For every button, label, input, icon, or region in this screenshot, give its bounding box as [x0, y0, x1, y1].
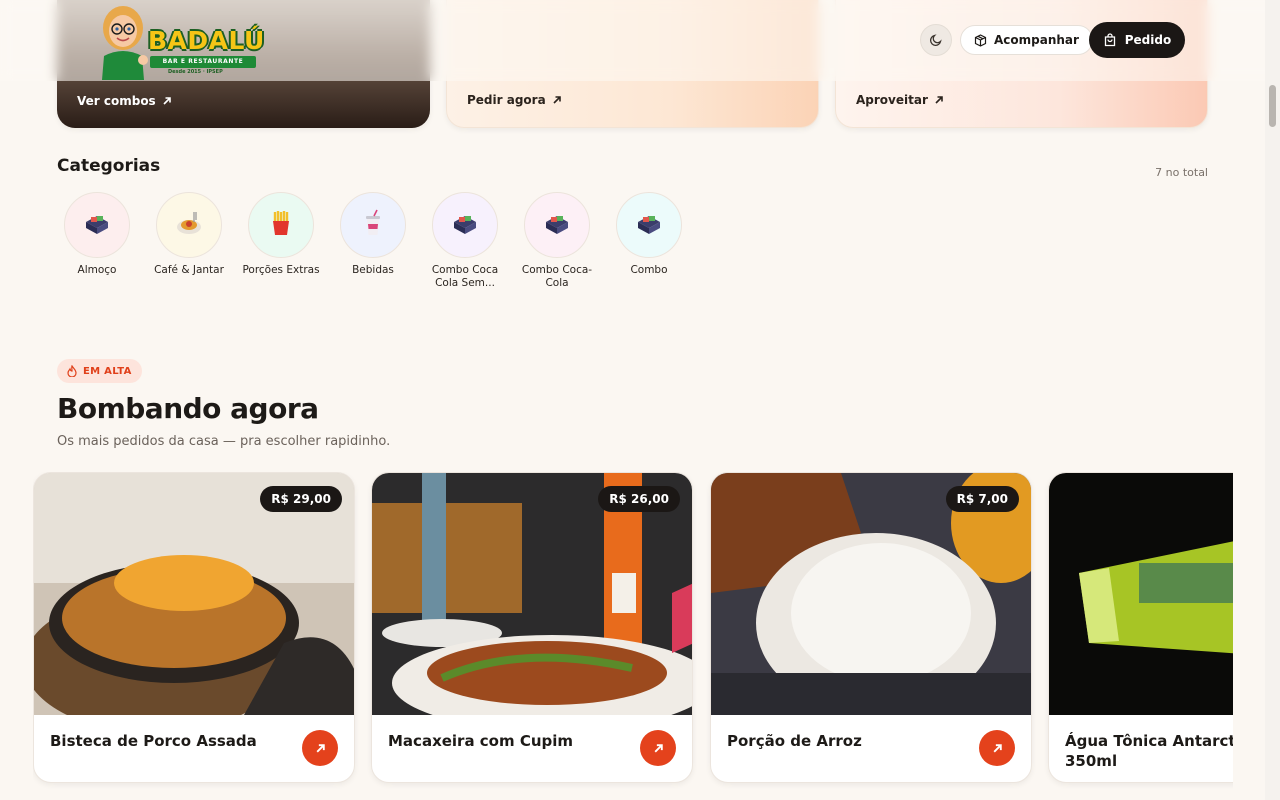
promo-cta[interactable]: Aproveitar — [856, 93, 944, 107]
open-product-button[interactable] — [640, 730, 676, 766]
brand-since: Desde 2015 · IPSEP — [168, 69, 223, 75]
mascot-illustration — [102, 6, 148, 80]
trending-badge-label: EM ALTA — [83, 365, 132, 377]
track-order-label: Acompanhar — [994, 33, 1079, 47]
brand-logo[interactable]: BADALÚ BAR E RESTAURANTE Desde 2015 · IP… — [90, 2, 264, 80]
lunchbox-icon — [82, 208, 112, 242]
brand-tagline: BAR E RESTAURANTE — [150, 56, 256, 68]
open-product-button[interactable] — [979, 730, 1015, 766]
product-photo: R$ 29,00 — [34, 473, 354, 715]
price-tag: R$ 29,00 — [260, 486, 342, 512]
spaghetti-icon — [174, 208, 204, 242]
package-icon — [974, 33, 987, 47]
category-label: Combo Coca Cola Sem... — [431, 264, 499, 289]
category-item[interactable]: Café & Jantar — [149, 192, 229, 290]
category-icon-bubble — [616, 192, 682, 258]
product-photo: R$ 7,00 — [711, 473, 1031, 715]
category-list: Almoço Café & Jantar Porções Extras Bebidas… — [57, 192, 689, 290]
category-label: Combo Coca-Cola — [521, 264, 593, 289]
trending-subtitle: Os mais pedidos da casa — pra escolher r… — [57, 434, 391, 449]
lunchbox-icon — [634, 208, 664, 242]
price-tag: R$ 26,00 — [598, 486, 680, 512]
theme-toggle-button[interactable] — [920, 24, 952, 56]
arrow-up-right-icon — [993, 743, 1002, 752]
category-label: Almoço — [77, 264, 117, 276]
category-icon-bubble — [248, 192, 314, 258]
product-name: Macaxeira com Cupim — [388, 732, 574, 750]
category-item[interactable]: Almoço — [57, 192, 137, 290]
promo-cta[interactable]: Pedir agora — [467, 93, 562, 107]
product-card[interactable]: Água Tônica Antarctica 350ml — [1048, 472, 1233, 783]
arrow-up-right-icon — [935, 96, 943, 104]
cart-label: Pedido — [1124, 33, 1172, 47]
category-label: Bebidas — [352, 264, 394, 276]
category-item[interactable]: Combo Coca-Cola — [517, 192, 597, 290]
category-label: Porções Extras — [242, 264, 320, 276]
lunchbox-icon — [542, 208, 572, 242]
product-name: Água Tônica Antarctica 350ml — [1065, 732, 1233, 770]
category-item[interactable]: Porções Extras — [241, 192, 321, 290]
promo-cta-label: Ver combos — [77, 94, 156, 108]
flame-icon — [67, 365, 77, 377]
trending-title: Bombando agora — [57, 392, 319, 425]
product-name: Bisteca de Porco Assada — [50, 732, 257, 750]
category-icon-bubble — [156, 192, 222, 258]
product-card[interactable]: R$ 26,00 Macaxeira com Cupim — [371, 472, 693, 783]
arrow-up-right-icon — [654, 743, 663, 752]
arrow-up-right-icon — [163, 97, 171, 105]
promo-cta-label: Aproveitar — [856, 93, 928, 107]
track-order-button[interactable]: Acompanhar — [960, 25, 1093, 55]
scrollbar-thumb[interactable] — [1269, 85, 1276, 127]
categories-title: Categorias — [57, 156, 161, 176]
trending-badge: EM ALTA — [57, 359, 142, 383]
trending-carousel[interactable]: R$ 29,00 Bisteca de Porco Assada R$ 26,0… — [33, 472, 1233, 800]
product-card[interactable]: R$ 7,00 Porção de Arroz — [710, 472, 1032, 783]
product-photo: R$ 26,00 — [372, 473, 692, 715]
shopping-bag-icon — [1104, 33, 1115, 47]
site-header: BADALÚ BAR E RESTAURANTE Desde 2015 · IP… — [0, 0, 1280, 81]
brand-name: BADALÚ — [148, 26, 265, 55]
arrow-up-right-icon — [316, 743, 325, 752]
category-icon-bubble — [340, 192, 406, 258]
moon-icon — [929, 34, 942, 47]
arrow-up-right-icon — [553, 96, 561, 104]
product-card[interactable]: R$ 29,00 Bisteca de Porco Assada — [33, 472, 355, 783]
categories-count: 7 no total — [1155, 166, 1208, 179]
category-item[interactable]: Combo — [609, 192, 689, 290]
cart-button[interactable]: Pedido — [1089, 22, 1185, 58]
category-label: Café & Jantar — [154, 264, 224, 276]
product-name: Porção de Arroz — [727, 732, 862, 750]
category-icon-bubble — [432, 192, 498, 258]
promo-cta-label: Pedir agora — [467, 93, 546, 107]
page-scrollbar[interactable] — [1265, 0, 1280, 800]
lunchbox-icon — [450, 208, 480, 242]
category-item[interactable]: Combo Coca Cola Sem... — [425, 192, 505, 290]
category-icon-bubble — [524, 192, 590, 258]
fries-icon — [266, 208, 296, 242]
category-label: Combo — [630, 264, 668, 276]
open-product-button[interactable] — [302, 730, 338, 766]
promo-cta[interactable]: Ver combos — [77, 94, 172, 108]
price-tag: R$ 7,00 — [945, 486, 1019, 512]
product-photo — [1049, 473, 1233, 715]
category-icon-bubble — [64, 192, 130, 258]
category-item[interactable]: Bebidas — [333, 192, 413, 290]
cup-icon — [358, 208, 388, 242]
